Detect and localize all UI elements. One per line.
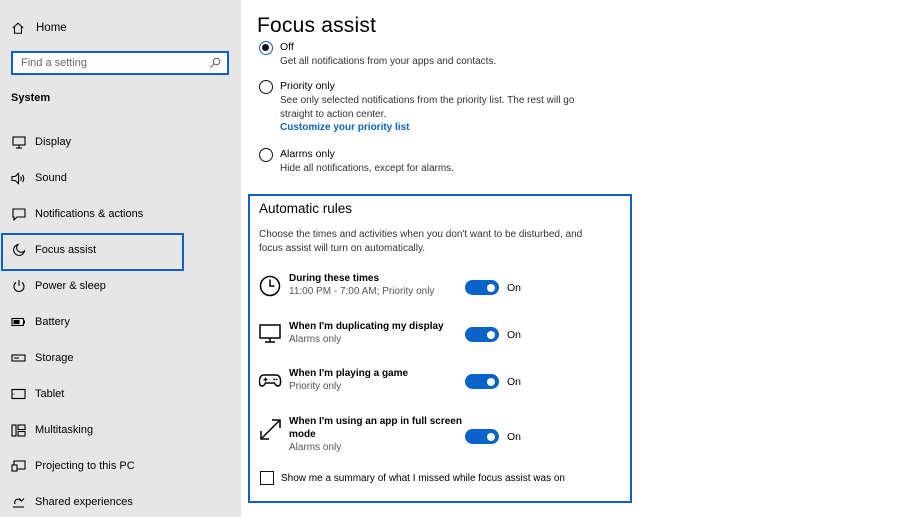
radio-desc: Get all notifications from your apps and… [280,56,497,67]
sidebar-item-tablet[interactable]: Tablet [0,376,241,412]
rule-text: When I'm using an app in full screen mod… [289,415,464,455]
toggle-duplicating-display[interactable] [465,327,499,342]
toggle-full-screen-app[interactable] [465,429,499,444]
home-icon [12,22,24,34]
radio-button-priority-only[interactable] [259,80,273,94]
sidebar-item-multitasking[interactable]: Multitasking [0,412,241,448]
toggle-state-label: On [507,282,522,294]
summary-checkbox-row[interactable]: Show me a summary of what I missed while… [260,471,565,485]
projecting-icon [11,459,26,474]
radio-desc: See only selected notifications from the… [280,95,575,120]
shared-experiences-icon [11,495,26,510]
monitor-icon [259,324,281,343]
automatic-rules-section: Automatic rules Choose the times and act… [248,194,632,503]
rule-name: When I'm playing a game [289,368,409,379]
search-box[interactable] [11,51,229,75]
section-title-system: System [11,92,51,104]
automatic-rules-desc: Choose the times and activities when you… [259,229,583,254]
settings-sidebar: Home System Display Sound Notifications … [0,0,241,517]
rule-sub: Alarms only [289,334,342,345]
radio-button-off[interactable] [259,41,273,55]
tablet-icon [11,387,26,402]
clock-icon [259,275,281,297]
sidebar-item-label: Battery [35,316,70,328]
sidebar-item-shared-experiences[interactable]: Shared experiences [0,484,241,517]
sidebar-item-label: Tablet [35,388,65,400]
toggle-state-label: On [507,431,522,443]
search-icon[interactable] [209,57,221,69]
rule-name: During these times [289,273,380,284]
rule-text: During these times 11:00 PM - 7:00 AM; P… [289,272,464,299]
rule-sub: Alarms only [289,442,342,453]
sidebar-item-label: Notifications & actions [35,208,144,220]
fullscreen-icon [260,419,281,440]
summary-checkbox[interactable] [260,471,274,485]
search-input[interactable] [21,57,209,69]
display-icon [11,135,26,150]
sidebar-nav: Display Sound Notifications & actions Fo… [0,124,241,517]
radio-desc: Hide all notifications, except for alarm… [280,163,454,174]
sidebar-item-display[interactable]: Display [0,124,241,160]
toggle-playing-game[interactable] [465,374,499,389]
sidebar-item-battery[interactable]: Battery [0,304,241,340]
sidebar-item-focus-assist[interactable]: Focus assist [0,232,241,271]
sidebar-item-storage[interactable]: Storage [0,340,241,376]
multitasking-icon [11,423,26,438]
toggle-during-these-times[interactable] [465,280,499,295]
sidebar-item-label: Shared experiences [35,496,133,508]
radio-text-off: Off Get all notifications from your apps… [280,40,620,69]
radio-text-priority-only: Priority only See only selected notifica… [280,79,620,135]
sidebar-item-label: Sound [35,172,67,184]
home-label: Home [36,22,67,34]
sidebar-item-label: Display [35,136,72,148]
rule-text: When I'm playing a game Priority only [289,367,464,394]
toggle-state-label: On [507,329,522,341]
power-icon [11,279,26,294]
rule-sub: Priority only [289,381,342,392]
automatic-rules-title: Automatic rules [259,201,353,216]
rule-text: When I'm duplicating my display Alarms o… [289,320,464,347]
sidebar-item-label: Focus assist [35,244,97,256]
radio-button-alarms-only[interactable] [259,148,273,162]
toggle-state-label: On [507,376,522,388]
moon-icon [11,243,26,258]
radio-label: Alarms only [280,148,335,160]
customize-priority-list-link[interactable]: Customize your priority list [280,121,620,135]
sidebar-item-label: Power & sleep [35,280,106,292]
main-content: Focus assist Off Get all notifications f… [241,0,920,517]
rule-name: When I'm using an app in full screen mod… [289,416,462,440]
rule-sub: 11:00 PM - 7:00 AM; Priority only [289,286,435,297]
sidebar-item-projecting[interactable]: Projecting to this PC [0,448,241,484]
sidebar-item-label: Storage [35,352,74,364]
notifications-icon [11,207,26,222]
summary-checkbox-label: Show me a summary of what I missed while… [281,472,565,484]
sidebar-item-label: Projecting to this PC [35,460,135,472]
storage-icon [11,351,26,366]
sidebar-item-notifications[interactable]: Notifications & actions [0,196,241,232]
gamepad-icon [259,374,282,387]
radio-label: Priority only [280,80,335,92]
sidebar-item-label: Multitasking [35,424,94,436]
sidebar-item-power-sleep[interactable]: Power & sleep [0,268,241,304]
speaker-icon [11,171,26,186]
radio-text-alarms-only: Alarms only Hide all notifications, exce… [280,147,620,176]
page-title: Focus assist [257,14,377,37]
sidebar-item-sound[interactable]: Sound [0,160,241,196]
battery-icon [11,315,26,330]
radio-label: Off [280,41,294,53]
home-link[interactable]: Home [11,18,67,38]
rule-name: When I'm duplicating my display [289,321,444,332]
